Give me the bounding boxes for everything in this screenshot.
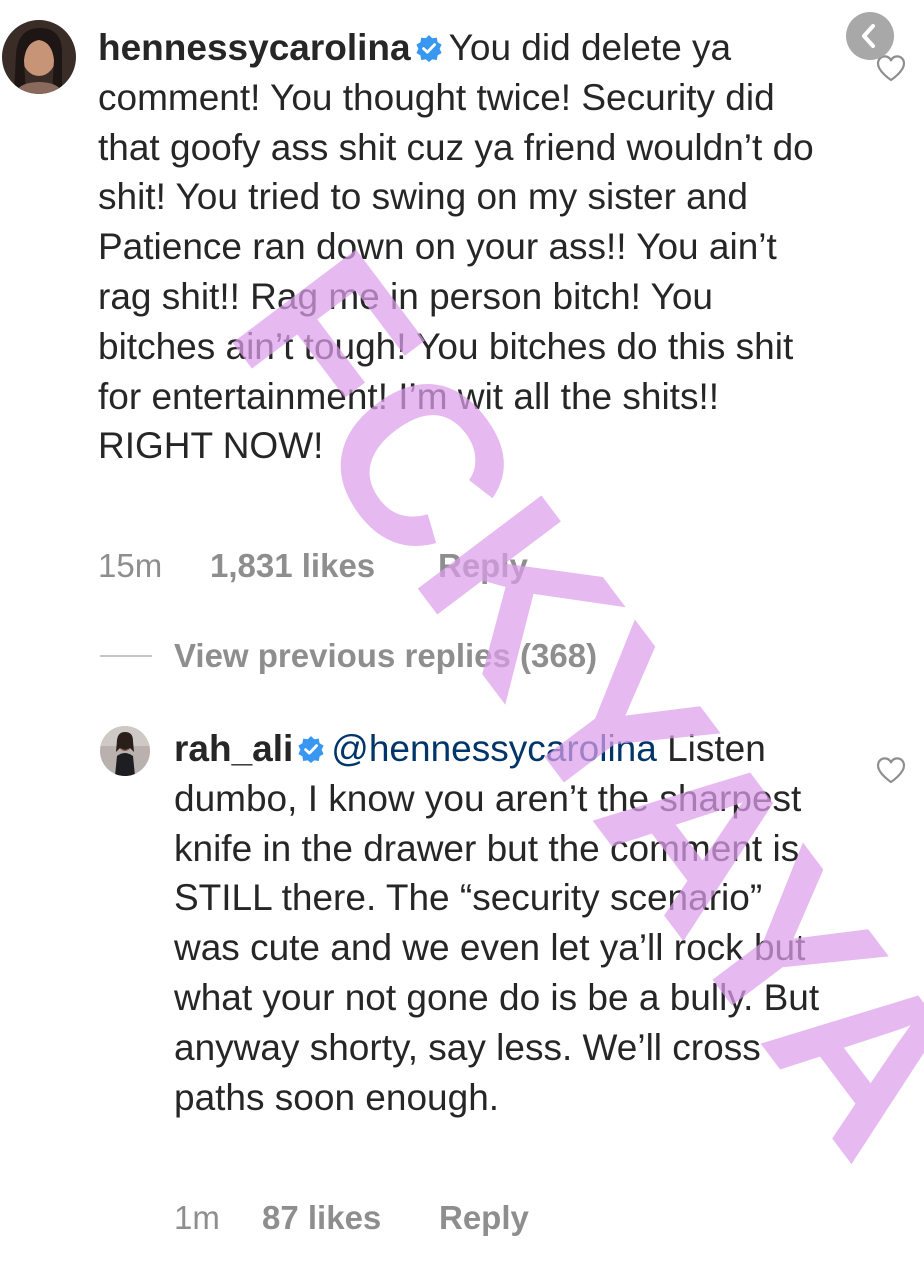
back-button[interactable] — [846, 12, 894, 60]
reply-button[interactable]: Reply — [438, 546, 528, 586]
avatar[interactable] — [2, 20, 76, 94]
verified-badge-icon — [415, 35, 442, 62]
comment-text: You did delete ya comment! You thought t… — [98, 27, 814, 467]
view-replies-label[interactable]: View previous replies (368) — [174, 637, 597, 674]
comment-text: Listen dumbo, I know you aren’t the shar… — [174, 728, 820, 1118]
comment-body: hennessycarolina You did delete ya commen… — [98, 23, 818, 471]
avatar[interactable] — [100, 726, 150, 776]
avatar-image — [2, 20, 76, 94]
comment-hennessycarolina: hennessycarolina You did delete ya commen… — [0, 0, 924, 600]
likes-count[interactable]: 1,831 likes — [210, 546, 438, 586]
reply-button[interactable]: Reply — [439, 1198, 529, 1238]
heart-icon[interactable] — [876, 756, 906, 784]
avatar-image — [100, 726, 150, 776]
username[interactable]: rah_ali — [174, 728, 293, 769]
verified-badge-icon — [298, 736, 324, 763]
username[interactable]: hennessycarolina — [98, 27, 411, 68]
replies-divider — [100, 655, 152, 657]
comment-meta: 15m 1,831 likes Reply — [98, 546, 528, 586]
mention-link[interactable]: @hennessycarolina — [331, 728, 657, 769]
comment-time: 1m — [174, 1199, 220, 1236]
comment-body: rah_ali @hennessycarolina Listen dumbo, I… — [174, 724, 834, 1122]
comment-rah-ali: rah_ali @hennessycarolina Listen dumbo, I… — [0, 700, 924, 1260]
comment-time: 15m — [98, 547, 163, 584]
view-previous-replies[interactable]: View previous replies (368) — [100, 636, 597, 676]
comment-meta: 1m 87 likes Reply — [174, 1198, 529, 1238]
chevron-left-icon — [862, 24, 875, 48]
likes-count[interactable]: 87 likes — [262, 1198, 439, 1238]
